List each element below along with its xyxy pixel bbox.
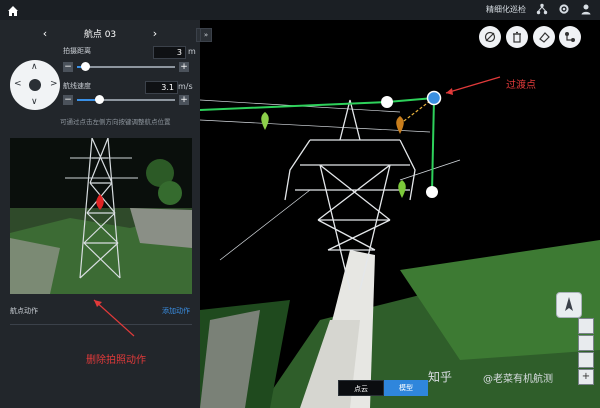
tab-point-cloud[interactable]: 点云 — [338, 380, 384, 396]
shield-icon[interactable] — [578, 352, 594, 368]
watermark-author: @老菜有机航测 — [483, 374, 553, 385]
watermark-site: 知乎 — [428, 370, 453, 384]
compass-icon[interactable] — [556, 292, 582, 318]
delete-photo-callout: 删除拍照动作 — [86, 355, 146, 366]
annotation-arrow — [93, 299, 135, 337]
layers-icon[interactable] — [578, 318, 594, 334]
globe-icon[interactable] — [578, 335, 594, 351]
tab-model[interactable]: 模型 — [384, 380, 428, 396]
view-mode-tabs: 点云 模型 — [338, 380, 428, 396]
watermark: 知乎 @老菜有机航测 — [428, 368, 593, 394]
